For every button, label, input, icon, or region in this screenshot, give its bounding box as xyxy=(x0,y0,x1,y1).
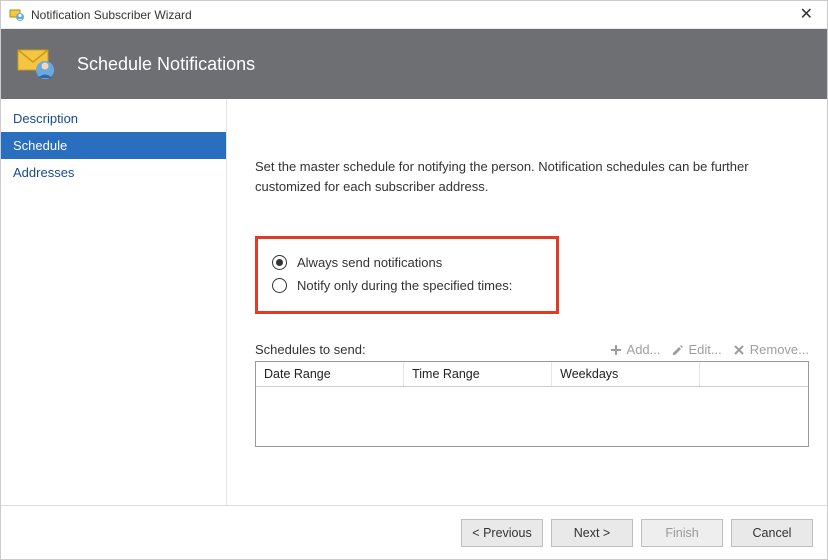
radio-unselected-icon xyxy=(272,278,287,293)
wizard-window: Notification Subscriber Wizard ✕ Schedul… xyxy=(0,0,828,560)
finish-button: Finish xyxy=(641,519,723,547)
col-time-range[interactable]: Time Range xyxy=(404,362,552,386)
app-icon xyxy=(9,7,25,23)
table-header-row: Date Range Time Range Weekdays xyxy=(256,362,808,387)
close-button[interactable]: ✕ xyxy=(794,7,819,23)
add-button[interactable]: Add... xyxy=(609,342,661,357)
window-title: Notification Subscriber Wizard xyxy=(31,8,192,22)
edit-button[interactable]: Edit... xyxy=(671,342,722,357)
schedules-header: Schedules to send: Add... Edit... Rem xyxy=(255,342,809,357)
schedules-toolbar: Add... Edit... Remove... xyxy=(609,342,809,357)
body: Description Schedule Addresses Set the m… xyxy=(1,99,827,505)
sidebar: Description Schedule Addresses xyxy=(1,99,227,505)
content-panel: Set the master schedule for notifying th… xyxy=(227,99,827,505)
schedules-area: Schedules to send: Add... Edit... Rem xyxy=(255,342,809,447)
radio-specified-label: Notify only during the specified times: xyxy=(297,278,512,293)
x-icon xyxy=(732,343,746,357)
radio-specified-times[interactable]: Notify only during the specified times: xyxy=(272,274,538,297)
header-banner: Schedule Notifications xyxy=(1,29,827,99)
add-label: Add... xyxy=(627,342,661,357)
notification-schedule-radio-group: Always send notifications Notify only du… xyxy=(255,236,559,314)
instructions-text: Set the master schedule for notifying th… xyxy=(255,157,775,196)
title-bar: Notification Subscriber Wizard ✕ xyxy=(1,1,827,29)
header-title: Schedule Notifications xyxy=(77,54,255,75)
remove-button[interactable]: Remove... xyxy=(732,342,809,357)
envelope-user-icon xyxy=(15,42,59,86)
remove-label: Remove... xyxy=(750,342,809,357)
sidebar-item-addresses[interactable]: Addresses xyxy=(1,159,226,186)
sidebar-item-schedule[interactable]: Schedule xyxy=(1,132,226,159)
footer: < Previous Next > Finish Cancel xyxy=(1,505,827,559)
radio-always-label: Always send notifications xyxy=(297,255,442,270)
cancel-button[interactable]: Cancel xyxy=(731,519,813,547)
col-spacer xyxy=(700,362,808,386)
radio-selected-icon xyxy=(272,255,287,270)
title-bar-left: Notification Subscriber Wizard xyxy=(9,7,192,23)
schedules-table[interactable]: Date Range Time Range Weekdays xyxy=(255,361,809,447)
previous-button[interactable]: < Previous xyxy=(461,519,543,547)
sidebar-item-description[interactable]: Description xyxy=(1,105,226,132)
next-button[interactable]: Next > xyxy=(551,519,633,547)
schedules-label: Schedules to send: xyxy=(255,342,366,357)
pencil-icon xyxy=(671,343,685,357)
col-weekdays[interactable]: Weekdays xyxy=(552,362,700,386)
plus-icon xyxy=(609,343,623,357)
edit-label: Edit... xyxy=(689,342,722,357)
radio-always-send[interactable]: Always send notifications xyxy=(272,251,538,274)
col-date-range[interactable]: Date Range xyxy=(256,362,404,386)
